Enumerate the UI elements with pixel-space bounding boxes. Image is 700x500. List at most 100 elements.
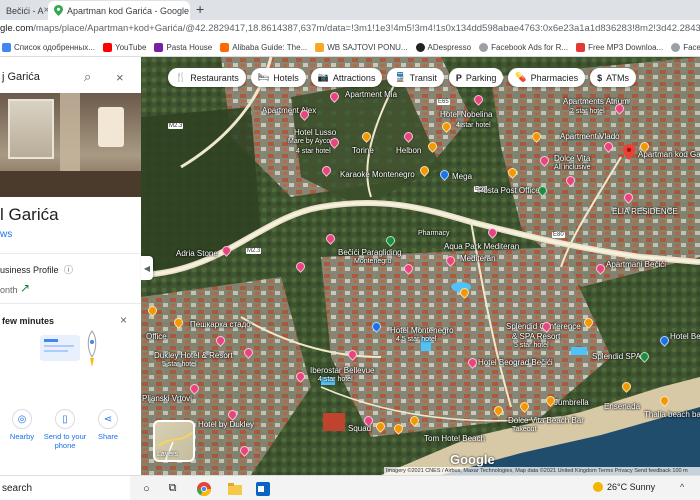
info-icon[interactable]: ⓘ [64,265,73,275]
layers-label: Layers [157,451,179,458]
chip-restaurants[interactable]: 🍴 Restaurants [168,68,246,87]
bookmark-item[interactable]: Pasta House [154,43,212,52]
map-label[interactable]: ELIA RESIDENCE [612,207,678,216]
map-label[interactable]: Adria Stone [176,249,218,258]
file-explorer-icon[interactable] [227,481,242,496]
map-label[interactable]: Mediteran [460,254,496,263]
map-label[interactable]: Mega [452,172,472,181]
map-label[interactable]: Torine [352,146,374,155]
share-button[interactable]: ⋖ Share [86,409,130,441]
map-label[interactable]: Pljanski Vrtovi [142,394,192,403]
new-tab-button[interactable]: + [196,1,204,17]
globe-icon [671,43,681,52]
map-label: Montenegro [354,258,392,265]
map-label[interactable]: Apartment Mia [345,90,397,99]
map-label[interactable]: Apartment Vlado [560,132,620,141]
map-label: Takeout [512,426,537,433]
youtube-icon [102,43,112,52]
map-label[interactable]: Posta Post Office [478,186,540,195]
map-label[interactable]: Tom Hotel Beach [424,434,485,443]
chip-pharmacies[interactable]: 💊 Pharmacies [508,68,586,87]
map-label[interactable]: Pharmacy [418,230,450,237]
chip-attractions[interactable]: 📷 Attractions [310,68,383,87]
collapse-panel-button[interactable]: ◀ [141,256,153,280]
attractions-icon: 📷 [317,72,329,82]
chevron-up-icon[interactable]: ^ [680,482,684,492]
tab-apartman-kod-garica[interactable]: Apartman kod Garića - Google M × [48,1,190,20]
map-label[interactable]: & SPA Resort [512,332,560,341]
map-label[interactable]: Hotel Bečići [670,332,700,341]
transit-icon: 🚆 [394,72,406,82]
map-label[interactable]: Splendid SPA [592,352,641,361]
task-view-icon[interactable]: ⧉ [165,481,180,496]
map-label[interactable]: Apartman kod Garića [638,150,700,159]
nearby-button[interactable]: ◎ Nearby [0,409,44,441]
map-label[interactable]: Apartmani Bečići [606,260,666,269]
map-label[interactable]: Dukley Hotel & Resort [154,351,233,360]
map-label[interactable]: Hotel Nobelina [440,110,492,119]
bookmark-item[interactable]: Список одобренных... [2,43,95,52]
bookmark-item[interactable]: Free MP3 Downloa... [576,43,663,52]
map-label[interactable]: Thalia beach bar [644,410,700,419]
map-label[interactable]: Hotel by Dukley [198,420,254,429]
close-icon[interactable]: × [116,70,124,85]
url-text: gle.com/maps/place/Apartman+kod+Garića/@… [0,23,700,34]
map-label[interactable]: Karaoke Montenegro [340,170,415,179]
map-label[interactable]: Office [146,332,167,341]
map-label[interactable]: Iberostar Bellevue [310,366,374,375]
map-label[interactable]: Hotel Beograd Bečići [478,358,553,367]
address-bar[interactable]: gle.com/maps/place/Apartman+kod+Garića/@… [0,20,700,39]
maps-pin-icon [54,5,63,16]
map-label[interactable]: Ensenada [604,402,640,411]
map-label[interactable]: Dolce Vita Beach Bar [508,416,584,425]
bookmark-item[interactable]: ADespresso [415,43,471,52]
bookmark-icon [315,43,325,52]
bookmark-icon [220,43,230,52]
globe-icon [479,43,489,52]
close-icon[interactable]: × [120,313,127,327]
map-label[interactable]: Hotel Lusso [294,128,336,137]
map-label[interactable]: Dolce Vita [554,154,590,163]
search-icon[interactable]: ⌕ [84,69,91,85]
bookmark-item[interactable]: Alibaba Guide: The... [220,43,307,52]
map-label[interactable]: Bečići Paragliding [338,248,402,257]
map-label[interactable]: Helbon [396,146,421,155]
map-label[interactable]: Пешкарка стадо [190,320,251,329]
search-box[interactable]: j Garića ⌕ × [0,65,141,89]
bookmark-item[interactable]: YouTube [102,43,146,52]
place-panel: j Garića ⌕ × l Garića ws usiness Profile… [0,57,141,475]
bookmark-item[interactable]: WB SAJTOVI PONU... [315,43,408,52]
bookmark-item[interactable]: Facebook Ad Biddi... [671,43,700,52]
google-logo: Google [450,452,495,467]
place-photo[interactable] [0,93,141,197]
selected-place-pin-icon[interactable] [623,144,635,160]
chip-parking[interactable]: P Parking [448,68,504,87]
search-input[interactable]: j Garića [0,71,40,83]
send-to-phone-button[interactable]: ▯ Send to your phone [43,409,87,450]
bookmark-item[interactable]: Facebook Ads for R... [479,43,568,52]
sun-icon [593,482,603,492]
business-profile-label[interactable]: usiness Profile ⓘ [0,263,73,276]
outlook-icon[interactable] [255,481,270,496]
road-label: E65 [437,99,450,105]
reviews-link[interactable]: ws [0,229,12,240]
chip-hotels[interactable]: 🛏 Hotels [250,68,306,87]
tab-becici[interactable]: Bečići - A × [0,1,48,20]
chip-transit[interactable]: 🚆 Transit [387,68,444,87]
taskbar-search[interactable]: search [0,476,130,500]
place-title: l Garića [0,205,59,224]
map-label: 4.5 star hotel [396,336,437,343]
chrome-icon[interactable] [196,481,211,496]
map-label: 2 star hotel [570,108,605,115]
weather-widget[interactable]: 26°C Sunny [593,482,655,492]
nearby-icon: ◎ [12,409,32,429]
map-label[interactable]: Squad [348,424,371,433]
map-label[interactable]: Aqua Park Mediteran [444,242,519,251]
map-label[interactable]: Jumbrella [554,398,589,407]
start-circle-icon[interactable]: ○ [139,481,154,496]
phone-rocket-illustration [40,330,97,367]
trend-up-icon: ↗ [20,281,31,295]
layers-button[interactable]: Layers [153,420,195,462]
chip-atms[interactable]: $ ATMs [590,68,636,87]
map-label[interactable]: Hotel Montenegro [390,326,454,335]
